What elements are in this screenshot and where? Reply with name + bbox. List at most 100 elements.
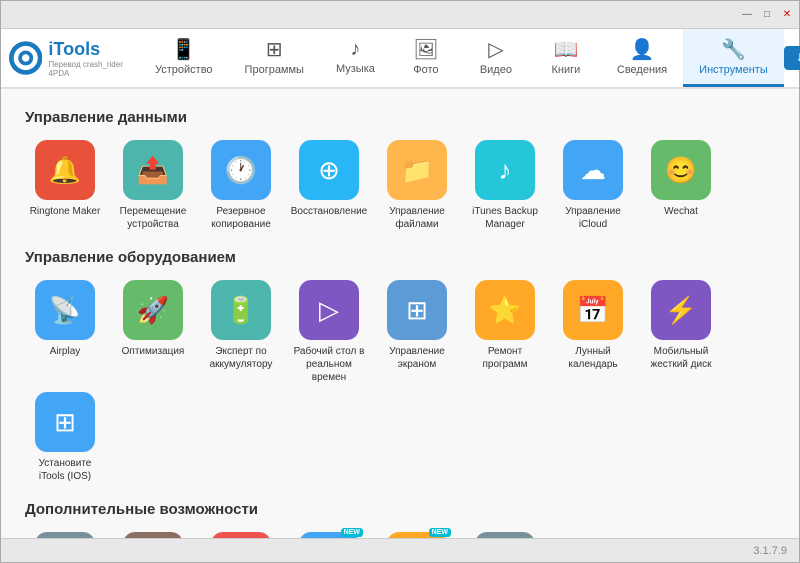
tool-icon-move-device: 📤 <box>123 140 183 200</box>
minimize-button[interactable]: — <box>739 7 755 23</box>
tab-icon-photos: 🖼 <box>413 37 438 62</box>
tool-label-optimize: Оптимизация <box>122 345 185 358</box>
tool-icon-restore: ⊕ <box>299 140 359 200</box>
section-title-hardware-management: Управление оборудованием <box>25 249 775 266</box>
tool-label-move-device: Перемещение устройства <box>113 205 193 231</box>
nav-tab-tools[interactable]: 🔧Инструменты <box>683 29 784 87</box>
tool-label-battery: Эксперт по аккумулятору <box>201 345 281 371</box>
app-title: iTools <box>48 39 139 60</box>
tool-icon-file-mgmt: 📁 <box>387 140 447 200</box>
nav-tabs: 📱 Устройство ⊞ Программы ♪ Музыка 🖼Фото ▷ Видео 📖… <box>139 29 784 87</box>
tab-icon-info: 👤 <box>630 37 655 62</box>
nav-tab-apps[interactable]: ⊞ Программы <box>229 29 320 87</box>
tool-icon-airplay: 📡 <box>35 280 95 340</box>
tool-item-ringtone[interactable]: 🔔Ringtone Maker <box>25 140 105 231</box>
tool-icon-root: 🔒 <box>475 532 535 538</box>
logo-text: iTools Перевод crash_rider 4PDA <box>48 39 139 78</box>
tool-item-file-mgmt[interactable]: 📁 Управление файлами <box>377 140 457 231</box>
app-subtitle: Перевод crash_rider 4PDA <box>48 60 139 78</box>
tool-label-backup: Резервное копирование <box>201 205 281 231</box>
tool-icon-icloud: ☁ <box>563 140 623 200</box>
tool-item-optimize[interactable]: 🚀 Оптимизация <box>113 280 193 384</box>
tab-label-device: Устройство <box>155 64 213 76</box>
logo-area: iTools Перевод crash_rider 4PDA <box>9 39 139 78</box>
tool-icon-backup: 🕐 <box>211 140 271 200</box>
tool-icon-firmware: ⚙NEW <box>299 532 359 538</box>
tool-item-screen[interactable]: ⊞Управление экраном <box>377 280 457 384</box>
tools-grid-hardware-management: 📡Airplay 🚀 Оптимизация 🔋 Эксперт по аккумуля… <box>25 280 775 483</box>
download-icon: ⬇ <box>796 51 800 65</box>
tool-label-ringtone: Ringtone Maker <box>30 205 101 218</box>
downloads-button[interactable]: ⬇ Загрузки <box>784 46 800 70</box>
section-data-management: Управление данными 🔔Ringtone Maker 📤 Переме… <box>25 109 775 231</box>
content-area: Управление данными 🔔Ringtone Maker 📤 Переме… <box>1 89 799 538</box>
tool-icon-itunes-backup: ♪ <box>475 140 535 200</box>
badge-new-firmware: NEW <box>341 528 363 537</box>
badge-new-recovery: NEW <box>429 528 451 537</box>
tool-icon-crash-log: ⚡ <box>211 532 271 538</box>
tab-label-apps: Программы <box>245 64 304 76</box>
tools-grid-data-management: 🔔Ringtone Maker 📤 Перемещение устройства 🕐 Р… <box>25 140 775 231</box>
tool-item-recovery[interactable]: ⚙NEWПомощник по восстановлению <box>377 532 457 538</box>
tool-label-install-itools: Установите iTools (IOS) <box>25 457 105 483</box>
tool-item-wechat[interactable]: 😊 Wechat <box>641 140 721 231</box>
logo-icon <box>9 40 42 76</box>
tool-icon-ssh: SSH <box>35 532 95 538</box>
nav-tab-device[interactable]: 📱 Устройство <box>139 29 229 87</box>
tab-icon-music: ♪ <box>350 38 360 61</box>
tool-item-ssh[interactable]: SSHSSH канал <box>25 532 105 538</box>
tool-item-repair[interactable]: ⭐ Ремонт программ <box>465 280 545 384</box>
tool-label-file-mgmt: Управление файлами <box>377 205 457 231</box>
section-hardware-management: Управление оборудованием 📡Airplay 🚀 Оптимиз… <box>25 249 775 483</box>
tab-label-tools: Инструменты <box>699 64 768 76</box>
tool-item-airplay[interactable]: 📡Airplay <box>25 280 105 384</box>
tool-label-desktop: Рабочий стол в реальном времен <box>289 345 369 384</box>
tool-item-calendar[interactable]: 📅Лунный календарь <box>553 280 633 384</box>
nav-tab-photos[interactable]: 🖼Фото <box>391 29 461 87</box>
nav-tab-music[interactable]: ♪ Музыка <box>320 29 391 87</box>
section-extra: Дополнительные возможности SSHSSH канал 📋С… <box>25 501 775 538</box>
tool-item-move-device[interactable]: 📤 Перемещение устройства <box>113 140 193 231</box>
nav-tab-books[interactable]: 📖Книги <box>531 29 601 87</box>
tool-item-root[interactable]: 🔒Корневой ключ <box>465 532 545 538</box>
nav-tab-info[interactable]: 👤 Сведения <box>601 29 683 87</box>
tool-item-firmware[interactable]: ⚙NEWЗагрузка прошивки <box>289 532 369 538</box>
tool-icon-recovery: ⚙NEW <box>387 532 447 538</box>
close-button[interactable]: ✕ <box>779 7 795 23</box>
tab-icon-device: 📱 <box>171 37 196 62</box>
tool-icon-syslog: 📋 <box>123 532 183 538</box>
section-title-extra: Дополнительные возможности <box>25 501 775 518</box>
footer: 3.1.7.9 <box>1 538 799 562</box>
tool-item-restore[interactable]: ⊕ Восстановление <box>289 140 369 231</box>
tool-label-restore: Восстановление <box>291 205 368 218</box>
tool-item-desktop[interactable]: ▷ Рабочий стол в реальном времен <box>289 280 369 384</box>
tool-item-itunes-backup[interactable]: ♪ iTunes Backup Manager <box>465 140 545 231</box>
tab-label-video: Видео <box>480 64 512 76</box>
tab-label-music: Музыка <box>336 63 375 75</box>
tool-icon-wechat: 😊 <box>651 140 711 200</box>
restore-button[interactable]: □ <box>759 7 775 23</box>
tool-icon-desktop: ▷ <box>299 280 359 340</box>
tool-item-battery[interactable]: 🔋 Эксперт по аккумулятору <box>201 280 281 384</box>
tool-icon-battery: 🔋 <box>211 280 271 340</box>
tool-label-itunes-backup: iTunes Backup Manager <box>465 205 545 231</box>
tool-item-icloud[interactable]: ☁ Управление iCloud <box>553 140 633 231</box>
tab-icon-video: ▷ <box>488 37 503 62</box>
tool-icon-optimize: 🚀 <box>123 280 183 340</box>
tool-item-backup[interactable]: 🕐 Резервное копирование <box>201 140 281 231</box>
tool-icon-install-itools: ⊞ <box>35 392 95 452</box>
tool-label-icloud: Управление iCloud <box>553 205 633 231</box>
tool-item-syslog[interactable]: 📋Системный журнал <box>113 532 193 538</box>
tool-label-hdd: Мобильный жесткий диск <box>641 345 721 371</box>
tool-icon-repair: ⭐ <box>475 280 535 340</box>
tool-item-crash-log[interactable]: ⚡Журнал сбоев <box>201 532 281 538</box>
tab-label-info: Сведения <box>617 64 667 76</box>
tab-icon-apps: ⊞ <box>266 37 283 62</box>
nav-tab-video[interactable]: ▷ Видео <box>461 29 531 87</box>
tool-item-hdd[interactable]: ⚡Мобильный жесткий диск <box>641 280 721 384</box>
tool-label-wechat: Wechat <box>664 205 698 218</box>
section-title-data-management: Управление данными <box>25 109 775 126</box>
tool-item-install-itools[interactable]: ⊞ Установите iTools (IOS) <box>25 392 105 483</box>
titlebar: — □ ✕ <box>1 1 799 29</box>
tool-label-repair: Ремонт программ <box>465 345 545 371</box>
